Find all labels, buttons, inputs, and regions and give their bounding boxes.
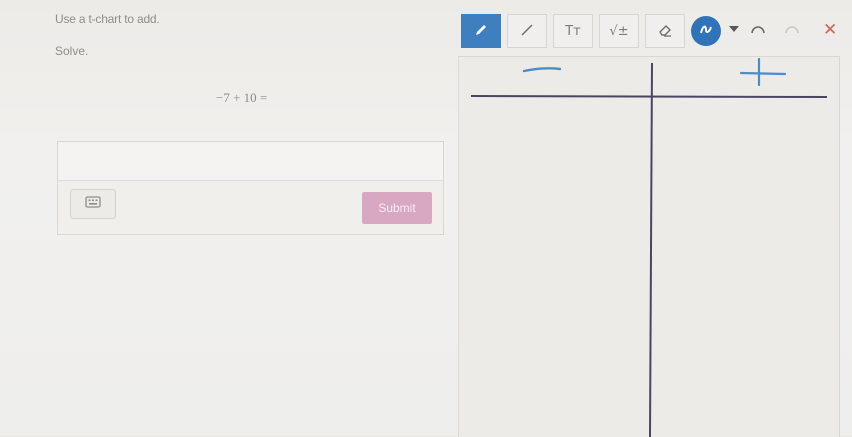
math-icon: √±: [609, 23, 629, 39]
keyboard-button[interactable]: [70, 189, 116, 219]
undo-button[interactable]: [749, 22, 767, 41]
submit-button[interactable]: Submit: [362, 192, 432, 224]
undo-icon: [751, 26, 765, 34]
line-icon: [519, 22, 535, 41]
text-tool-button[interactable]: Tт: [553, 14, 593, 48]
math-tool-button[interactable]: √±: [599, 14, 639, 48]
color-picker-button[interactable]: [691, 16, 721, 46]
plus-sign-horizontal-mark: [739, 71, 787, 76]
pencil-icon: [473, 22, 489, 41]
eraser-icon: [657, 22, 673, 41]
redo-button[interactable]: [783, 22, 801, 41]
color-dropdown-caret-icon[interactable]: [729, 26, 739, 32]
eraser-tool-button[interactable]: [645, 14, 685, 48]
line-tool-button[interactable]: [507, 14, 547, 48]
drawing-canvas[interactable]: [458, 56, 840, 437]
keyboard-icon: [85, 195, 101, 213]
pen-color-icon: [698, 21, 714, 42]
close-button[interactable]: ✕: [823, 20, 837, 40]
question-instruction: Solve.: [55, 44, 89, 58]
pen-tool-button[interactable]: [461, 14, 501, 48]
answer-box: Submit: [57, 141, 444, 235]
negative-sign-mark: [522, 67, 562, 73]
answer-input[interactable]: [58, 142, 443, 181]
drawing-toolbar: Tт √± ✕: [461, 14, 848, 48]
question-prompt: Use a t-chart to add.: [55, 12, 160, 26]
redo-icon: [785, 26, 799, 34]
t-chart-horizontal-line: [470, 95, 828, 98]
equation: −7 + 10 =: [216, 90, 268, 105]
t-chart-vertical-line: [649, 62, 653, 437]
text-icon: Tт: [565, 23, 581, 39]
